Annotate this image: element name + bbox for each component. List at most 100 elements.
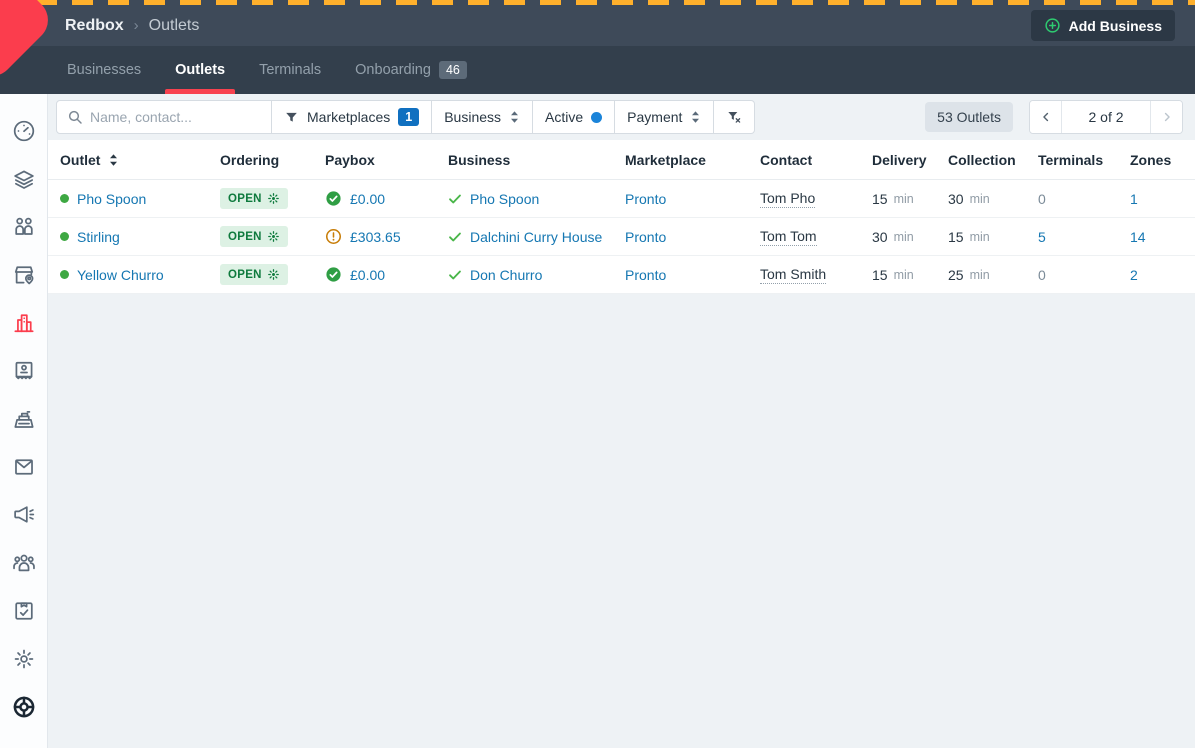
table-row: Pho Spoon OPEN £0.00 Pho Spoon Pronto Tom Pho… [48, 180, 1195, 218]
app-header: Redbox › Outlets Add Business Businesses… [0, 0, 1195, 94]
tab-outlets[interactable]: Outlets [173, 46, 227, 94]
collection-time: 15 [948, 229, 964, 245]
column-header-label: Ordering [220, 152, 279, 168]
sidebar-item-partners[interactable] [0, 203, 48, 251]
tab-terminals[interactable]: Terminals [257, 46, 323, 94]
sidebar-item-announcements[interactable] [0, 491, 48, 539]
filter-active-label: Active [545, 109, 583, 125]
outlet-link[interactable]: Stirling [77, 229, 120, 245]
contact-name[interactable]: Tom Smith [760, 266, 826, 284]
chevron-left-icon [1039, 110, 1053, 124]
marketplace-link[interactable]: Pronto [625, 267, 666, 283]
business-link[interactable]: Don Churro [470, 267, 542, 283]
sort-icon [108, 153, 119, 167]
pagination-label: 2 of 2 [1062, 101, 1150, 133]
check-icon [448, 193, 462, 205]
sidebar-item-till[interactable] [0, 395, 48, 443]
delivery-time: 30 [872, 229, 888, 245]
filter-active[interactable]: Active [533, 100, 615, 134]
filter-payment-label: Payment [627, 109, 682, 125]
filter-business[interactable]: Business [432, 100, 533, 134]
ordering-status-label: OPEN [228, 231, 262, 243]
terminals-count-link[interactable]: 5 [1038, 229, 1046, 245]
storefront-icon [11, 262, 37, 288]
tab-label: Businesses [67, 62, 141, 78]
collection-unit: min [970, 268, 990, 282]
paybox-amount-link[interactable]: £0.00 [350, 191, 385, 207]
support-icon [11, 694, 37, 720]
business-link[interactable]: Pho Spoon [470, 191, 539, 207]
tab-bar: Businesses Outlets Terminals Onboarding 46 [0, 46, 1195, 94]
pagination-prev-button[interactable] [1030, 101, 1062, 133]
tab-label: Onboarding [355, 62, 431, 78]
sidebar-item-tasks[interactable] [0, 587, 48, 635]
zones-count-link[interactable]: 2 [1130, 267, 1138, 283]
sidebar-item-settings[interactable] [0, 635, 48, 683]
main-content: Marketplaces 1 Business Active Payment [48, 94, 1195, 748]
zones-count-link[interactable]: 1 [1130, 191, 1138, 207]
table-row: Stirling OPEN £303.65 Dalchini Curry House P… [48, 218, 1195, 256]
tab-count-badge: 46 [439, 61, 467, 79]
table-header-row: OutletOrderingPayboxBusinessMarketplaceC… [48, 140, 1195, 180]
column-header-marketplace: Marketplace [625, 152, 760, 168]
sidebar [0, 94, 48, 748]
marketplace-link[interactable]: Pronto [625, 229, 666, 245]
breadcrumb-root[interactable]: Redbox [65, 17, 124, 35]
table-row: Yellow Churro OPEN £0.00 Don Churro Pronto To… [48, 256, 1195, 294]
outlet-link[interactable]: Yellow Churro [77, 267, 164, 283]
filter-bar: Marketplaces 1 Business Active Payment [48, 94, 1195, 140]
add-business-button[interactable]: Add Business [1031, 10, 1175, 41]
sidebar-item-contact-card[interactable] [0, 347, 48, 395]
marketplaces-count-badge: 1 [398, 108, 419, 126]
column-header-zones: Zones [1130, 152, 1195, 168]
outlet-status-dot-icon [60, 194, 69, 203]
contact-name[interactable]: Tom Pho [760, 190, 815, 208]
column-header-outlet[interactable]: Outlet [48, 152, 220, 168]
clear-filters-button[interactable] [714, 100, 755, 134]
pagination-next-button[interactable] [1150, 101, 1182, 133]
business-stats-icon [11, 310, 37, 336]
column-header-label: Zones [1130, 152, 1171, 168]
contact-name[interactable]: Tom Tom [760, 228, 817, 246]
ordering-status-badge: OPEN [220, 226, 288, 247]
delivery-time: 15 [872, 191, 888, 207]
sidebar-item-business-stats[interactable] [0, 299, 48, 347]
tab-businesses[interactable]: Businesses [65, 46, 143, 94]
search-field[interactable] [90, 109, 261, 125]
check-icon [448, 231, 462, 243]
outlet-link[interactable]: Pho Spoon [77, 191, 146, 207]
marketplace-link[interactable]: Pronto [625, 191, 666, 207]
filter-marketplaces[interactable]: Marketplaces 1 [272, 100, 432, 134]
ordering-status-label: OPEN [228, 269, 262, 281]
ordering-status-label: OPEN [228, 193, 262, 205]
sidebar-item-support[interactable] [0, 683, 48, 731]
sidebar-item-mail[interactable] [0, 443, 48, 491]
paybox-amount-link[interactable]: £303.65 [350, 229, 401, 245]
column-header-label: Business [448, 152, 510, 168]
search-input[interactable] [56, 100, 272, 134]
sidebar-item-users[interactable] [0, 539, 48, 587]
sidebar-item-storefront[interactable] [0, 251, 48, 299]
column-header-label: Marketplace [625, 152, 706, 168]
business-link[interactable]: Dalchini Curry House [470, 229, 602, 245]
sun-icon [267, 268, 280, 281]
warning-circle-icon [325, 228, 342, 245]
outlet-status-dot-icon [60, 270, 69, 279]
tab-label: Terminals [259, 62, 321, 78]
sidebar-item-profile[interactable] [0, 731, 48, 748]
mail-icon [11, 454, 37, 480]
paybox-amount-link[interactable]: £0.00 [350, 267, 385, 283]
pagination: 2 of 2 [1029, 100, 1183, 134]
check-circle-icon [325, 266, 342, 283]
collection-unit: min [970, 192, 990, 206]
tab-onboarding[interactable]: Onboarding 46 [353, 46, 469, 94]
column-header-business: Business [448, 152, 625, 168]
filter-payment[interactable]: Payment [615, 100, 714, 134]
sidebar-item-dashboard[interactable] [0, 107, 48, 155]
outlet-status-dot-icon [60, 232, 69, 241]
delivery-unit: min [894, 268, 914, 282]
chevron-right-icon [1160, 110, 1174, 124]
outlets-table: OutletOrderingPayboxBusinessMarketplaceC… [48, 140, 1195, 294]
sidebar-item-layers[interactable] [0, 155, 48, 203]
zones-count-link[interactable]: 14 [1130, 229, 1146, 245]
